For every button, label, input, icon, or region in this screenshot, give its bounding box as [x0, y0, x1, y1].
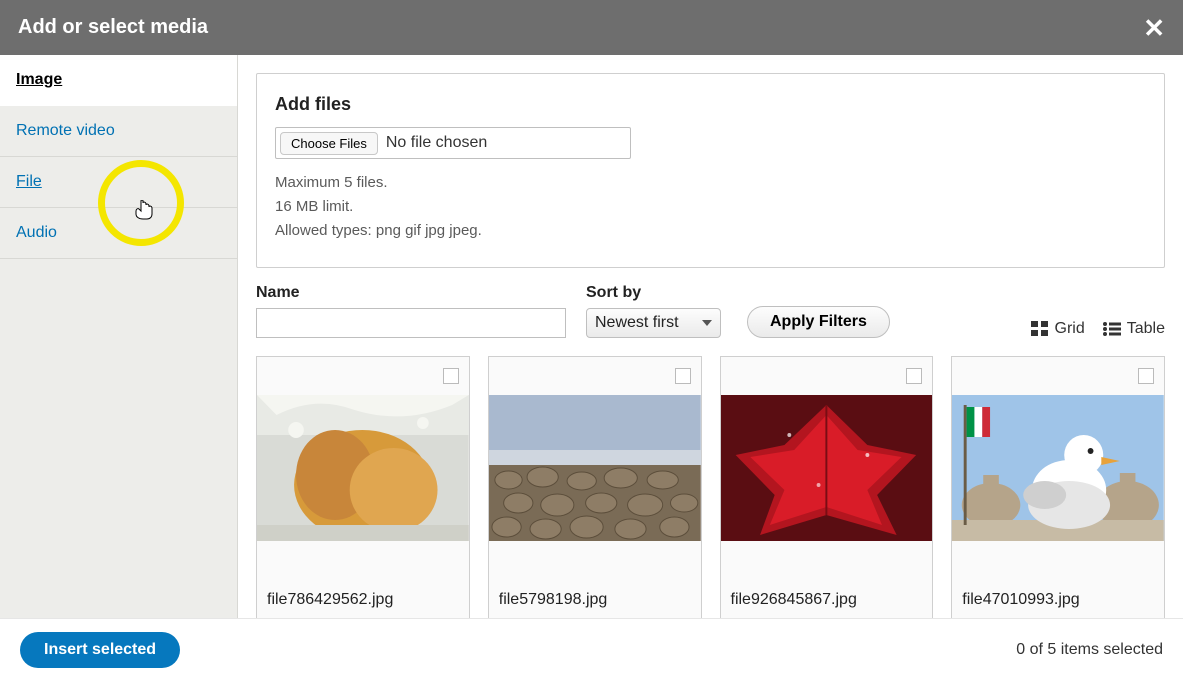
sort-filter-group: Sort by Newest first [586, 284, 721, 338]
select-media-checkbox[interactable] [675, 368, 691, 384]
sort-filter-label: Sort by [586, 284, 721, 302]
card-checkbox-wrap [489, 357, 701, 395]
dialog-title: Add or select media [18, 16, 208, 39]
selection-count: 0 of 5 items selected [1016, 641, 1163, 659]
hint-size-limit: 16 MB limit. [275, 195, 1146, 219]
media-filename: file786429562.jpg [267, 591, 393, 609]
sidebar-item-label: Image [16, 71, 62, 88]
sort-selected-value: Newest first [595, 314, 679, 332]
hint-max-files: Maximum 5 files. [275, 171, 1146, 195]
add-files-label: Add files [275, 94, 1146, 115]
media-card[interactable]: file5798198.jpg [488, 356, 702, 618]
sidebar-item-remote-video[interactable]: Remote video [0, 106, 237, 157]
choose-files-button[interactable]: Choose Files [280, 132, 378, 155]
select-media-checkbox[interactable] [906, 368, 922, 384]
select-media-checkbox[interactable] [1138, 368, 1154, 384]
main-panel: Add files Choose Files No file chosen Ma… [238, 55, 1183, 618]
media-filename: file926845867.jpg [731, 591, 857, 609]
card-checkbox-wrap [257, 357, 469, 395]
media-thumbnail [721, 395, 933, 541]
name-filter-label: Name [256, 284, 566, 302]
table-icon [1103, 322, 1121, 336]
sidebar-item-image[interactable]: Image [0, 55, 237, 106]
select-media-checkbox[interactable] [443, 368, 459, 384]
name-filter-input[interactable] [256, 308, 566, 338]
media-filename: file5798198.jpg [499, 591, 608, 609]
media-caption-wrap: file5798198.jpg [489, 541, 701, 618]
filter-row: Name Sort by Newest first Apply Filters [256, 284, 1165, 338]
chevron-down-icon [702, 320, 712, 326]
media-card[interactable]: file926845867.jpg [720, 356, 934, 618]
media-caption-wrap: file926845867.jpg [721, 541, 933, 618]
hint-allowed-types: Allowed types: png gif jpg jpeg. [275, 219, 1146, 243]
media-thumbnail [489, 395, 701, 541]
sidebar-item-label: Remote video [16, 122, 115, 139]
media-type-sidebar: Image Remote video File Audio [0, 55, 238, 618]
file-chosen-status: No file chosen [386, 134, 487, 152]
name-filter-group: Name [256, 284, 566, 338]
sidebar-item-file[interactable]: File [0, 157, 237, 208]
apply-filters-button[interactable]: Apply Filters [747, 306, 890, 338]
dialog-body: Image Remote video File Audio Add files … [0, 55, 1183, 618]
media-grid: file786429562.jpg [256, 356, 1165, 618]
card-checkbox-wrap [952, 357, 1164, 395]
media-caption-wrap: file47010993.jpg [952, 541, 1164, 618]
upload-box: Add files Choose Files No file chosen Ma… [256, 73, 1165, 268]
insert-selected-button[interactable]: Insert selected [20, 632, 180, 668]
card-checkbox-wrap [721, 357, 933, 395]
file-input[interactable]: Choose Files No file chosen [275, 127, 631, 159]
sidebar-item-audio[interactable]: Audio [0, 208, 237, 259]
sidebar-item-label: File [16, 173, 42, 190]
sidebar-item-label: Audio [16, 224, 57, 241]
table-view-toggle[interactable]: Table [1103, 320, 1165, 338]
media-card[interactable]: file47010993.jpg [951, 356, 1165, 618]
view-toggles: Grid Table [1031, 320, 1165, 338]
media-card[interactable]: file786429562.jpg [256, 356, 470, 618]
grid-view-label: Grid [1055, 320, 1085, 338]
media-filename: file47010993.jpg [962, 591, 1079, 609]
table-view-label: Table [1127, 320, 1165, 338]
media-thumbnail [952, 395, 1164, 541]
media-caption-wrap: file786429562.jpg [257, 541, 469, 618]
sort-select[interactable]: Newest first [586, 308, 721, 338]
dialog-header: Add or select media ✕ [0, 0, 1183, 55]
close-icon[interactable]: ✕ [1143, 15, 1165, 41]
media-thumbnail [257, 395, 469, 541]
grid-view-toggle[interactable]: Grid [1031, 320, 1085, 338]
grid-icon [1031, 321, 1049, 337]
dialog-footer: Insert selected 0 of 5 items selected [0, 618, 1183, 681]
